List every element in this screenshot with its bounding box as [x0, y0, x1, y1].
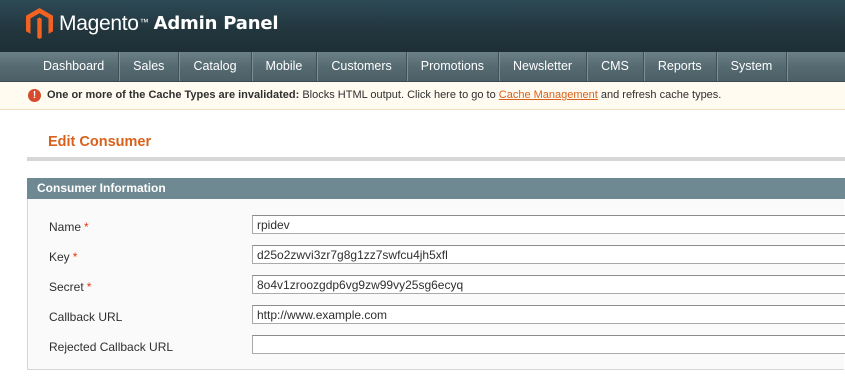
- logo-trademark: ™: [139, 16, 149, 27]
- nav-item-dashboard[interactable]: Dashboard: [29, 52, 120, 81]
- notice-text-before-link: Blocks HTML output. Click here to go to: [299, 89, 499, 101]
- field-label-key: Key *: [49, 250, 78, 264]
- system-notice: ! One or more of the Cache Types are inv…: [0, 82, 845, 110]
- nav-item-sales[interactable]: Sales: [119, 52, 180, 81]
- key-input[interactable]: [252, 245, 845, 264]
- cache-management-link[interactable]: Cache Management: [499, 89, 598, 101]
- header-bar: Magento ™ Admin Panel: [0, 0, 845, 52]
- notice-message: One or more of the Cache Types are inval…: [47, 82, 721, 109]
- nav-item-customers[interactable]: Customers: [317, 52, 407, 81]
- nav-item-catalog[interactable]: Catalog: [179, 52, 252, 81]
- nav-item-reports[interactable]: Reports: [644, 52, 717, 81]
- form-row-callback-url: Callback URL: [28, 303, 845, 333]
- secret-input[interactable]: [252, 275, 845, 294]
- title-divider: [27, 157, 845, 161]
- rejected-callback-url-input[interactable]: [252, 335, 845, 354]
- nav-item-newsletter[interactable]: Newsletter: [499, 52, 588, 81]
- notice-bold-text: One or more of the Cache Types are inval…: [47, 89, 300, 101]
- consumer-form: Name* Key* Secret* Callback URL Rejected…: [27, 199, 845, 370]
- required-mark: *: [84, 220, 89, 234]
- page-title: Edit Consumer: [48, 134, 152, 150]
- main-nav: Dashboard Sales Catalog Mobile Customers…: [0, 52, 845, 82]
- field-label-rejected-callback-url: Rejected Callback URL: [49, 340, 174, 354]
- form-row-name: Name *: [28, 213, 845, 243]
- field-label-name: Name *: [49, 220, 89, 234]
- nav-item-promotions[interactable]: Promotions: [407, 52, 500, 81]
- magento-logo-icon: [26, 8, 53, 39]
- form-row-secret: Secret *: [28, 273, 845, 303]
- name-input[interactable]: [252, 215, 845, 234]
- required-mark: *: [72, 250, 78, 264]
- required-mark: *: [86, 280, 92, 294]
- nav-item-mobile[interactable]: Mobile: [252, 52, 318, 81]
- form-row-rejected-callback-url: Rejected Callback URL: [28, 333, 845, 363]
- field-label-callback-url: Callback URL: [49, 310, 123, 324]
- nav-item-cms[interactable]: CMS: [587, 52, 644, 81]
- notice-text-after-link: and refresh cache types.: [597, 89, 722, 101]
- callback-url-input[interactable]: [252, 305, 845, 324]
- section-header: Consumer Information: [27, 178, 845, 199]
- field-label-secret: Secret *: [49, 280, 92, 294]
- logo[interactable]: Magento ™ Admin Panel: [26, 8, 278, 39]
- logo-title: Admin Panel: [153, 13, 279, 34]
- nav-item-system[interactable]: System: [717, 52, 788, 81]
- logo-brand: Magento: [59, 11, 139, 35]
- form-row-key: Key *: [28, 243, 845, 273]
- error-icon: !: [28, 89, 41, 102]
- section-title: Consumer Information: [37, 181, 166, 195]
